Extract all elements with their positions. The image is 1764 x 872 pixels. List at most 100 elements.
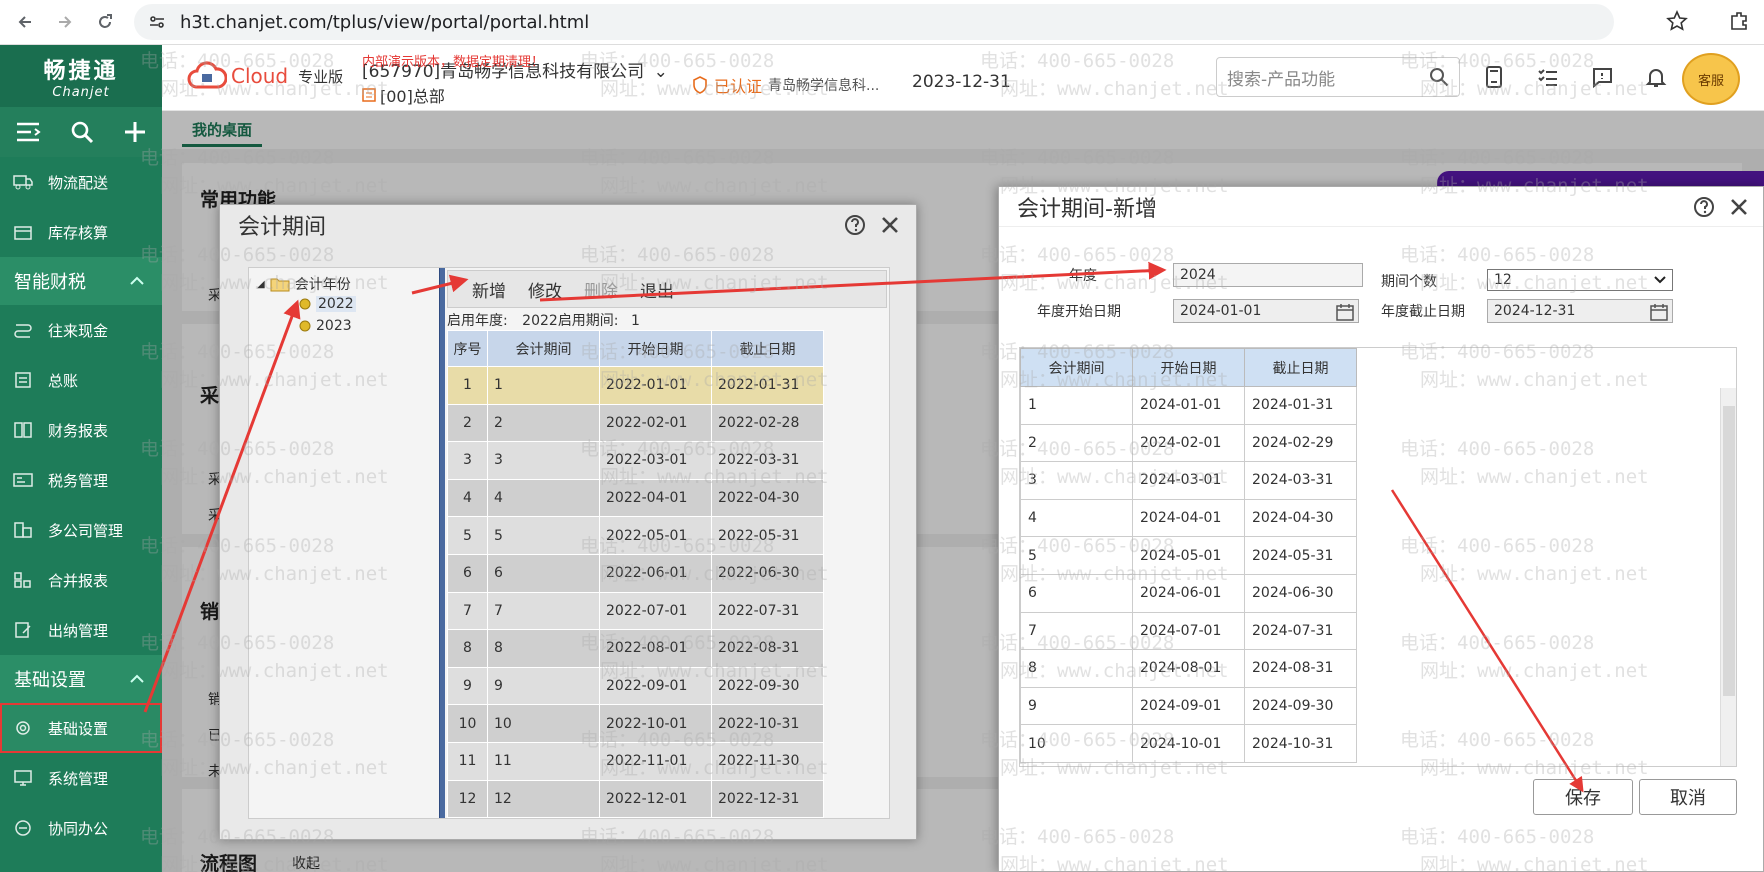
table-cell[interactable]: 2 [1020, 423, 1133, 463]
column-header[interactable]: 序号 [447, 330, 488, 367]
column-header[interactable]: 截止日期 [711, 330, 824, 367]
sidebar-item-consolidated-report[interactable]: 合并报表 [0, 555, 162, 605]
reload-icon[interactable] [94, 11, 116, 33]
bookmark-star-icon[interactable] [1666, 10, 1688, 32]
table-cell[interactable]: 2024-06-01 [1132, 573, 1245, 613]
table-row[interactable]: 2 2 2022-02-01 2022-02-28 [447, 403, 824, 443]
table-cell[interactable]: 2024-10-01 [1132, 724, 1245, 763]
table-cell[interactable]: 2024-01-01 [1132, 386, 1245, 425]
sidebar-item-cash[interactable]: 往来现金 [0, 305, 162, 355]
table-row[interactable]: 7 2024-07-01 2024-07-31 [1020, 611, 1357, 651]
customer-service-avatar[interactable]: 客服 [1682, 53, 1740, 105]
table-cell[interactable]: 2024-07-01 [1132, 611, 1245, 651]
end-date-field[interactable]: 2024-12-31 [1487, 299, 1673, 323]
start-date-field[interactable]: 2024-01-01 [1173, 299, 1359, 323]
column-header[interactable]: 开始日期 [599, 330, 712, 367]
task-list-icon[interactable] [1536, 65, 1560, 89]
sidebar-group-basic[interactable]: 基础设置 [0, 655, 162, 703]
search-icon[interactable] [70, 120, 94, 144]
table-row[interactable]: 4 4 2022-04-01 2022-04-30 [447, 478, 824, 518]
add-button[interactable]: 新增 [472, 277, 506, 302]
sidebar-item-financial-report[interactable]: 财务报表 [0, 405, 162, 455]
calendar-icon[interactable] [1336, 303, 1354, 321]
table-cell[interactable]: 2024-08-01 [1132, 649, 1245, 688]
table-cell[interactable]: 2024-05-31 [1244, 536, 1357, 575]
search-icon[interactable] [1429, 67, 1449, 87]
help-icon[interactable] [1693, 196, 1715, 218]
table-cell[interactable]: 2024-03-01 [1132, 461, 1245, 500]
table-row[interactable]: 9 9 2022-09-01 2022-09-30 [447, 666, 824, 706]
table-row[interactable]: 5 5 2022-05-01 2022-05-31 [447, 516, 824, 555]
year-field[interactable]: 2024 [1173, 263, 1363, 287]
tree-year-2023[interactable]: 2023 [299, 318, 352, 334]
sidebar-group-finance[interactable]: 智能财税 [0, 257, 162, 305]
table-row[interactable]: 3 2024-03-01 2024-03-31 [1020, 461, 1357, 500]
table-cell[interactable]: 2024-08-31 [1244, 649, 1357, 688]
table-cell[interactable]: 2024-09-30 [1244, 686, 1357, 726]
table-row[interactable]: 10 10 2022-10-01 2022-10-31 [447, 704, 824, 743]
sidebar-item-logistics[interactable]: 物流配送 [0, 157, 162, 207]
table-row[interactable]: 10 2024-10-01 2024-10-31 [1020, 724, 1357, 763]
address-bar[interactable]: h3t.chanjet.com/tplus/view/portal/portal… [134, 4, 1614, 40]
edit-button[interactable]: 修改 [528, 277, 562, 302]
site-settings-icon[interactable] [148, 13, 166, 31]
sidebar-item-cashier[interactable]: 出纳管理 [0, 605, 162, 655]
product-search-input[interactable]: 搜索-产品功能 [1216, 57, 1460, 97]
company-selector[interactable]: 内部演示版本，数据定期清理！ [657970]青岛畅学信息科技有限公司 ⌄ [362, 55, 668, 82]
table-cell[interactable]: 2024-01-31 [1244, 386, 1357, 425]
column-header[interactable]: 会计期间 [1020, 348, 1133, 387]
column-header[interactable]: 截止日期 [1244, 348, 1357, 387]
sidebar-item-system-management[interactable]: 系统管理 [0, 753, 162, 803]
delete-button[interactable]: 删除 [584, 277, 618, 302]
back-arrow-icon[interactable] [14, 11, 36, 33]
sidebar-item-multi-company[interactable]: 多公司管理 [0, 505, 162, 555]
table-cell[interactable]: 7 [1020, 611, 1133, 651]
table-row[interactable]: 5 2024-05-01 2024-05-31 [1020, 536, 1357, 575]
add-icon[interactable] [123, 120, 147, 144]
table-row[interactable]: 1 1 2022-01-01 2022-01-31 [447, 366, 824, 405]
save-button[interactable]: 保存 [1533, 779, 1633, 815]
table-row[interactable]: 3 3 2022-03-01 2022-03-31 [447, 441, 824, 480]
table-row[interactable]: 4 2024-04-01 2024-04-30 [1020, 498, 1357, 538]
table-cell[interactable]: 1 [1020, 386, 1133, 425]
table-cell[interactable]: 2024-05-01 [1132, 536, 1245, 575]
table-row[interactable]: 6 2024-06-01 2024-06-30 [1020, 573, 1357, 613]
period-count-select[interactable]: 12 [1487, 269, 1673, 291]
sidebar-item-ledger[interactable]: 总账 [0, 355, 162, 405]
table-cell[interactable]: 2024-04-01 [1132, 498, 1245, 538]
table-row[interactable]: 8 8 2022-08-01 2022-08-31 [447, 629, 824, 668]
table-cell[interactable]: 2024-09-01 [1132, 686, 1245, 726]
tree-year-2022[interactable]: 2022 [299, 296, 356, 312]
table-row[interactable]: 2 2024-02-01 2024-02-29 [1020, 423, 1357, 463]
table-row[interactable]: 8 2024-08-01 2024-08-31 [1020, 649, 1357, 688]
grid-scrollbar[interactable] [1720, 388, 1736, 766]
table-cell[interactable]: 2024-06-30 [1244, 573, 1357, 613]
exit-button[interactable]: 退出 [640, 277, 674, 302]
table-cell[interactable]: 2024-02-01 [1132, 423, 1245, 463]
column-header[interactable]: 开始日期 [1132, 348, 1245, 387]
table-cell[interactable]: 10 [1020, 724, 1133, 763]
table-row[interactable]: 12 12 2022-12-01 2022-12-31 [447, 779, 824, 819]
table-cell[interactable]: 2024-03-31 [1244, 461, 1357, 500]
column-header[interactable]: 会计期间 [487, 330, 600, 367]
tree-root[interactable]: ◢ 会计年份 [257, 274, 351, 294]
calendar-icon[interactable] [1650, 303, 1668, 321]
table-cell[interactable]: 2024-02-29 [1244, 423, 1357, 463]
help-icon[interactable] [844, 214, 866, 236]
collapse-triangle-icon[interactable]: ◢ [257, 279, 265, 290]
bell-icon[interactable] [1644, 65, 1668, 89]
table-cell[interactable]: 2024-07-31 [1244, 611, 1357, 651]
extensions-icon[interactable] [1728, 10, 1750, 32]
cancel-button[interactable]: 取消 [1639, 779, 1737, 815]
table-row[interactable]: 6 6 2022-06-01 2022-06-30 [447, 553, 824, 593]
table-row[interactable]: 11 11 2022-11-01 2022-11-30 [447, 741, 824, 781]
table-row[interactable]: 9 2024-09-01 2024-09-30 [1020, 686, 1357, 726]
branch-selector[interactable]: [00]总部 [362, 83, 445, 107]
table-row[interactable]: 7 7 2022-07-01 2022-07-31 [447, 591, 824, 631]
calculator-icon[interactable] [1482, 65, 1506, 89]
close-icon[interactable] [880, 215, 900, 235]
message-icon[interactable] [1590, 65, 1614, 89]
sidebar-item-tax[interactable]: 税务管理 [0, 455, 162, 505]
forward-arrow-icon[interactable] [54, 11, 76, 33]
table-cell[interactable]: 5 [1020, 536, 1133, 575]
